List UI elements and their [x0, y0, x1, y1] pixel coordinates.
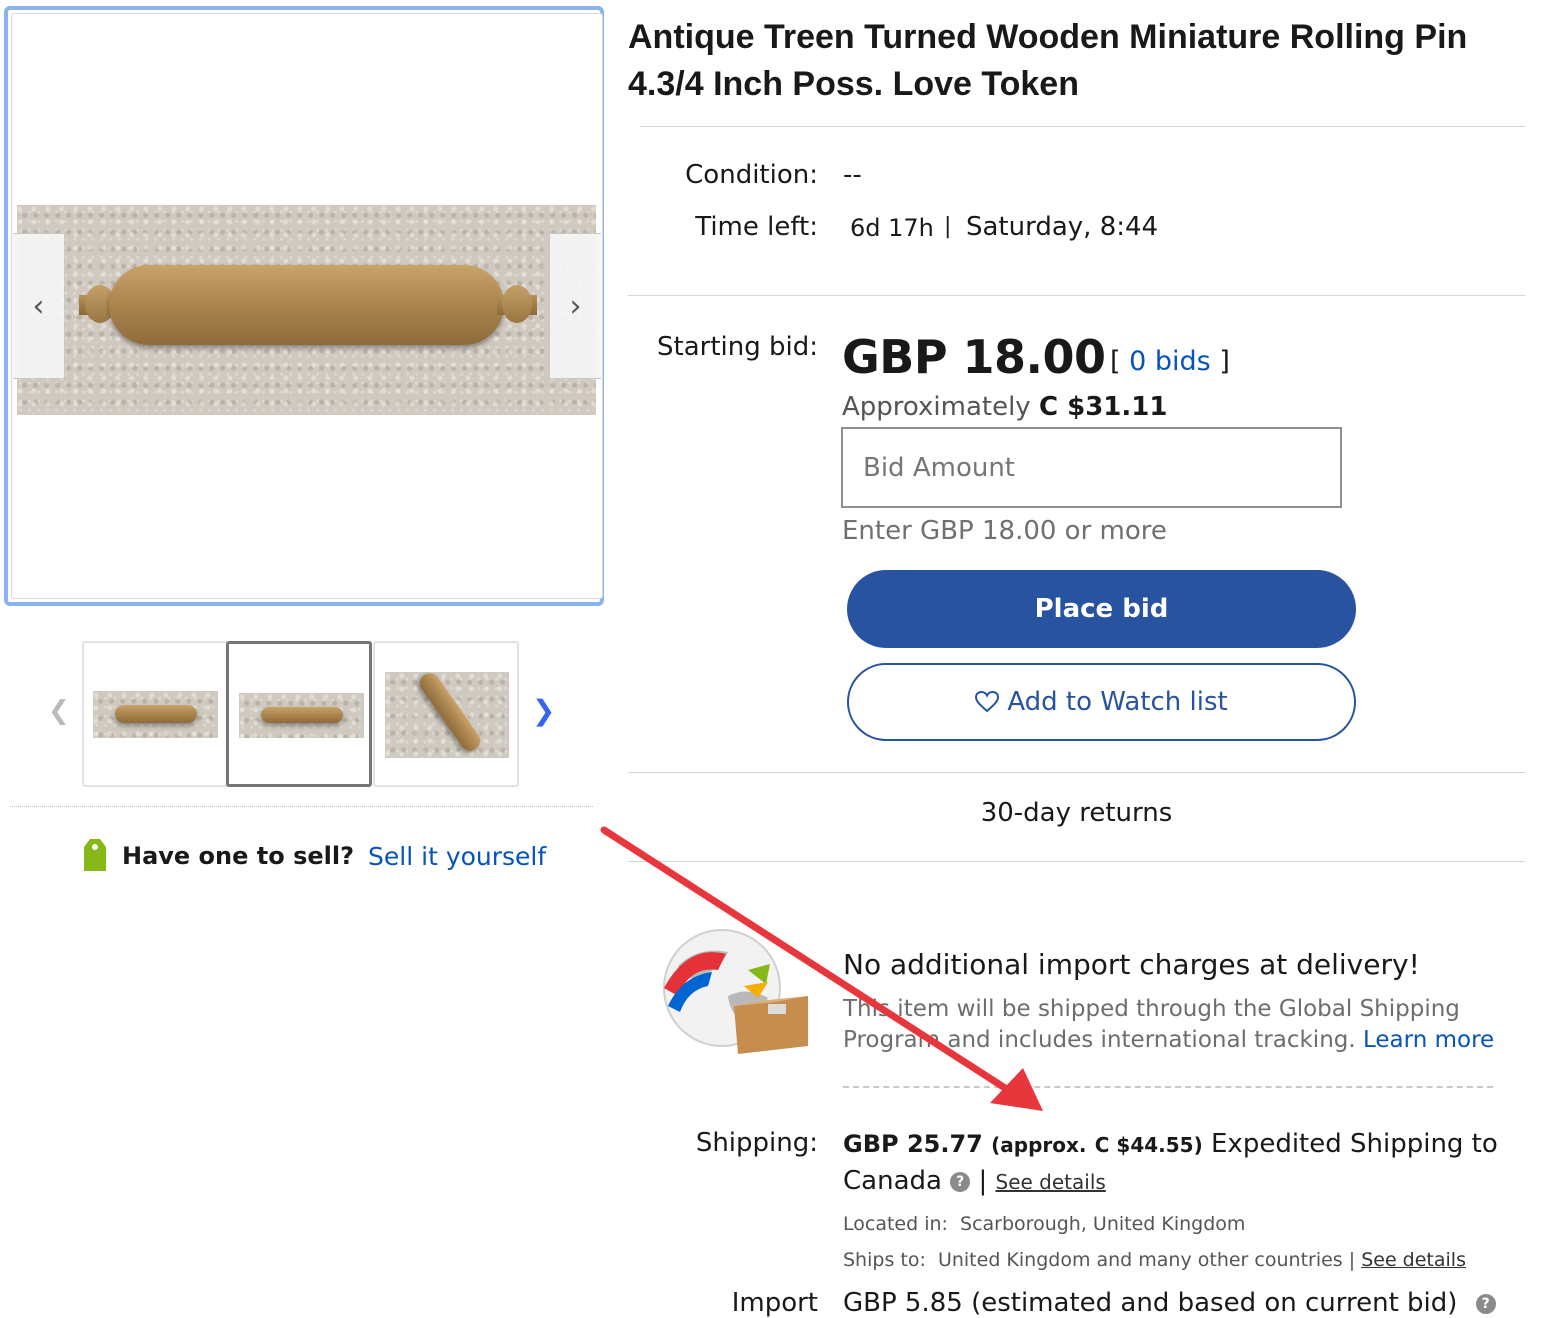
thumbnail-image — [239, 693, 364, 738]
thumbnail-1[interactable] — [82, 641, 228, 787]
global-shipping-icon — [663, 929, 808, 1054]
thumbnail-image — [385, 672, 509, 758]
time-remaining: 6d 17h — [850, 214, 934, 242]
question-mark-icon[interactable]: ? — [950, 1172, 971, 1192]
end-time: Saturday, 8:44 — [966, 212, 1159, 242]
pin-barrel — [109, 265, 504, 345]
question-mark-icon[interactable]: ? — [1475, 1294, 1496, 1314]
ships-to: Ships to: United Kingdom and many other … — [843, 1242, 1503, 1278]
pin-barrel — [115, 705, 197, 723]
thumbnail-next-arrow-icon[interactable]: ❯ — [532, 694, 555, 727]
bid-history-link[interactable]: 0 bids — [1129, 346, 1211, 377]
thumbnail-3[interactable] — [373, 641, 519, 787]
price-tag-icon — [84, 839, 106, 871]
shipping-see-details-link[interactable]: See details — [996, 1170, 1106, 1194]
condition-value: -- — [843, 160, 862, 190]
main-product-photo[interactable] — [17, 205, 596, 415]
bid-bracket-close: ] — [1219, 346, 1230, 377]
import-label: Import — [731, 1288, 818, 1318]
shipping-label: Shipping: — [695, 1128, 818, 1158]
pin-barrel — [261, 707, 343, 723]
located-value: Scarborough, United Kingdom — [960, 1213, 1246, 1235]
watch-list-label: Add to Watch list — [1007, 687, 1228, 717]
place-bid-button[interactable]: Place bid — [847, 570, 1356, 648]
heart-icon — [975, 691, 1000, 713]
pin-right-knob — [502, 285, 532, 323]
ships-to-label: Ships to: — [843, 1249, 926, 1271]
annotation-arrow-head — [990, 1068, 1043, 1111]
bid-hint: Enter GBP 18.00 or more — [842, 516, 1167, 546]
gallery-divider — [10, 806, 593, 807]
shipping-amount: GBP 25.77 — [843, 1130, 983, 1158]
import-charges-text: GBP 5.85 (estimated and based on current… — [843, 1288, 1458, 1318]
pin-barrel — [415, 672, 485, 755]
gsp-heading: No additional import charges at delivery… — [843, 948, 1420, 981]
item-location: Located in: Scarborough, United Kingdom — [843, 1206, 1503, 1242]
add-to-watch-list-button[interactable]: Add to Watch list — [847, 663, 1356, 741]
approx-prefix: Approximately — [842, 392, 1031, 422]
chevron-left-icon: ‹ — [32, 288, 45, 324]
located-label: Located in: — [843, 1213, 948, 1235]
next-image-button[interactable]: › — [549, 233, 601, 379]
ships-to-value: United Kingdom and many other countries … — [937, 1249, 1356, 1271]
sell-it-yourself-row: Have one to sell? Sell it yourself — [82, 836, 546, 876]
sell-it-yourself-link[interactable]: Sell it yourself — [368, 842, 546, 871]
item-title: Antique Treen Turned Wooden Miniature Ro… — [628, 18, 1468, 103]
chevron-right-icon: › — [569, 288, 582, 324]
bid-count: [ 0 bids ] — [1110, 346, 1230, 377]
approximate-price: Approximately C $31.11 — [842, 392, 1167, 422]
condition-label: Condition: — [685, 160, 818, 190]
returns-policy: 30-day returns — [980, 798, 1173, 828]
time-left-label: Time left: — [695, 212, 818, 242]
returns-divider — [628, 861, 1525, 862]
gsp-description: This item will be shipped through the Gl… — [843, 994, 1503, 1056]
shipping-separator: | — [978, 1166, 988, 1196]
thumbnail-image — [93, 691, 218, 738]
import-charges: GBP 5.85 (estimated and based on current… — [843, 1288, 1496, 1318]
shipping-approx-open: (approx. — [991, 1133, 1087, 1157]
learn-more-link[interactable]: Learn more — [1363, 1027, 1494, 1053]
shipping-method: Expedited Shipping to — [1211, 1129, 1498, 1159]
shipping-country: Canada — [843, 1166, 942, 1196]
bid-amount-input[interactable] — [841, 427, 1342, 508]
shipping-approx-value: C $44.55) — [1094, 1133, 1203, 1157]
current-price: GBP 18.00 — [842, 330, 1106, 384]
time-separator: | — [944, 214, 952, 239]
bid-bracket-open: [ — [1110, 346, 1121, 377]
details-divider — [628, 295, 1525, 296]
bid-section-divider — [628, 772, 1525, 773]
ships-to-see-details-link[interactable]: See details — [1361, 1249, 1466, 1271]
thumbnail-prev-arrow-icon[interactable]: ❮ — [48, 696, 70, 726]
approx-value: C $31.11 — [1038, 392, 1168, 422]
shipping-details: GBP 25.77 (approx. C $44.55) Expedited S… — [843, 1126, 1503, 1278]
sell-question: Have one to sell? — [122, 842, 355, 870]
starting-bid-label: Starting bid: — [657, 332, 818, 362]
thumbnail-2[interactable] — [226, 641, 372, 787]
title-divider — [640, 126, 1525, 127]
gsp-divider — [843, 1086, 1493, 1088]
previous-image-button[interactable]: ‹ — [13, 233, 65, 379]
